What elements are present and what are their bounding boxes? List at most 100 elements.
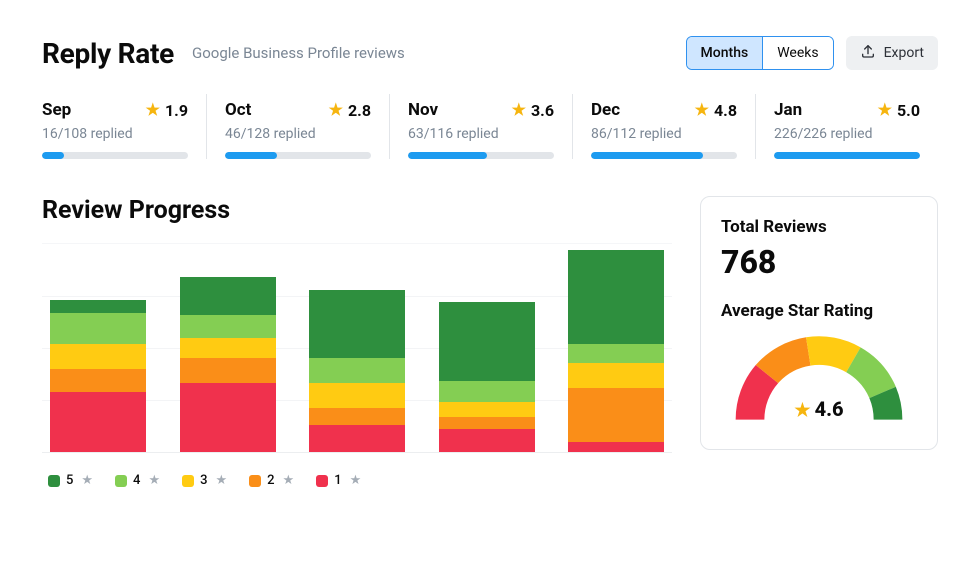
time-range-toggle: Months Weeks: [686, 36, 834, 70]
star-icon: ★: [695, 102, 709, 118]
legend-swatch: [249, 475, 261, 487]
month-rating: ★ 3.6: [512, 101, 554, 120]
month-name: Nov: [408, 100, 438, 120]
bar-dec: [439, 244, 535, 452]
bar-seg-2star: [568, 388, 664, 442]
header: Reply Rate Google Business Profile revie…: [42, 36, 938, 70]
bar-seg-2star: [180, 358, 276, 383]
chart-legend: 5★4★3★2★1★: [42, 473, 672, 488]
month-name: Sep: [42, 100, 71, 120]
legend-swatch: [316, 475, 328, 487]
replied-count: 226/226 replied: [774, 126, 920, 142]
star-icon: ★: [350, 473, 362, 488]
month-rating: ★ 5.0: [878, 101, 920, 120]
star-icon: ★: [148, 473, 160, 488]
bar-seg-3star: [439, 402, 535, 417]
rating-value: 1.9: [165, 101, 188, 120]
replied-count: 86/112 replied: [591, 126, 737, 142]
legend-label: 3: [200, 473, 207, 488]
replied-count: 63/116 replied: [408, 126, 554, 142]
bar-seg-3star: [180, 338, 276, 359]
star-icon: ★: [512, 102, 526, 118]
review-progress-chart: [42, 243, 672, 453]
star-icon: ★: [81, 473, 93, 488]
page-title: Reply Rate: [42, 37, 174, 70]
export-label: Export: [884, 45, 924, 61]
legend-item-5star: 5★: [48, 473, 93, 488]
bar-seg-5star: [439, 302, 535, 381]
bar-nov: [309, 244, 405, 452]
legend-item-1star: 1★: [316, 473, 361, 488]
star-icon: ★: [146, 102, 160, 118]
lower-section: Review Progress 5★4★3★2★1★ Total Reviews…: [42, 196, 938, 488]
bar-seg-2star: [50, 369, 146, 392]
month-rating: ★2.8: [329, 101, 371, 120]
total-reviews-value: 768: [721, 243, 917, 281]
page-subtitle: Google Business Profile reviews: [192, 44, 405, 62]
bar-seg-4star: [568, 344, 664, 363]
bar-seg-1star: [309, 425, 405, 452]
bar-seg-1star: [180, 383, 276, 452]
total-reviews-label: Total Reviews: [721, 217, 917, 237]
bar-seg-4star: [50, 313, 146, 344]
legend-swatch: [115, 475, 127, 487]
bar-sep: [50, 244, 146, 452]
reply-rate-bar: [408, 152, 554, 159]
month-card[interactable]: Nov ★ 3.6 63/116 replied: [389, 94, 572, 159]
legend-item-4star: 4★: [115, 473, 160, 488]
month-card[interactable]: Jan ★ 5.0 226/226 replied: [755, 94, 938, 159]
bar-seg-3star: [309, 383, 405, 408]
reply-rate-bar: [42, 152, 188, 159]
month-rating: ★ 1.9: [146, 101, 188, 120]
replied-count: 46/128 replied: [225, 126, 371, 142]
bar-seg-3star: [50, 344, 146, 369]
avg-rating-label: Average Star Rating: [721, 301, 917, 321]
legend-swatch: [182, 475, 194, 487]
star-icon: ★: [878, 102, 892, 118]
replied-count: 16/108 replied: [42, 126, 188, 142]
month-rating: ★ 4.8: [695, 101, 737, 120]
month-card[interactable]: Dec ★ 4.8 86/112 replied: [572, 94, 755, 159]
legend-label: 5: [66, 473, 73, 488]
bar-seg-3star: [568, 363, 664, 388]
bar-seg-4star: [309, 358, 405, 383]
rating-value: 3.6: [531, 101, 554, 120]
legend-item-3star: 3★: [182, 473, 227, 488]
bar-seg-1star: [439, 429, 535, 452]
bar-seg-2star: [439, 417, 535, 429]
month-card[interactable]: Oct ★2.8 46/128 replied: [206, 94, 389, 159]
bar-jan: [568, 244, 664, 452]
avg-rating-gauge: ★4.6: [724, 327, 914, 427]
bar-seg-5star: [568, 250, 664, 344]
star-icon: ★: [215, 473, 227, 488]
toggle-weeks[interactable]: Weeks: [762, 37, 832, 69]
rating-value: 4.8: [714, 101, 737, 120]
toggle-months[interactable]: Months: [687, 37, 763, 69]
review-progress-title: Review Progress: [42, 196, 672, 225]
months-strip: Sep★1.916/108 repliedOct★2.846/128 repli…: [42, 94, 938, 160]
legend-label: 1: [334, 473, 341, 488]
legend-item-2star: 2★: [249, 473, 294, 488]
month-name: Jan: [774, 100, 802, 120]
star-icon: ★: [283, 473, 295, 488]
legend-label: 2: [267, 473, 274, 488]
month-name: Dec: [591, 100, 620, 120]
month-card[interactable]: Sep ★ 1.9 16/108 replied: [42, 94, 206, 159]
bar-seg-1star: [568, 442, 664, 452]
legend-swatch: [48, 475, 60, 487]
star-icon: ★: [794, 400, 810, 421]
legend-label: 4: [133, 473, 140, 488]
rating-value: 2.8: [348, 101, 371, 120]
reply-rate-bar: [225, 152, 371, 159]
bar-seg-4star: [439, 381, 535, 402]
month-name: Oct: [225, 100, 251, 120]
bar-seg-5star: [50, 300, 146, 312]
summary-card: Total Reviews 768 Average Star Rating ★4…: [700, 196, 938, 450]
export-button[interactable]: Export: [846, 36, 938, 70]
avg-rating-value: ★4.6: [724, 397, 914, 421]
bar-oct: [180, 244, 276, 452]
reply-rate-bar: [591, 152, 737, 159]
bar-seg-5star: [309, 290, 405, 359]
review-progress-section: Review Progress 5★4★3★2★1★: [42, 196, 672, 488]
rating-value: 5.0: [897, 101, 920, 120]
